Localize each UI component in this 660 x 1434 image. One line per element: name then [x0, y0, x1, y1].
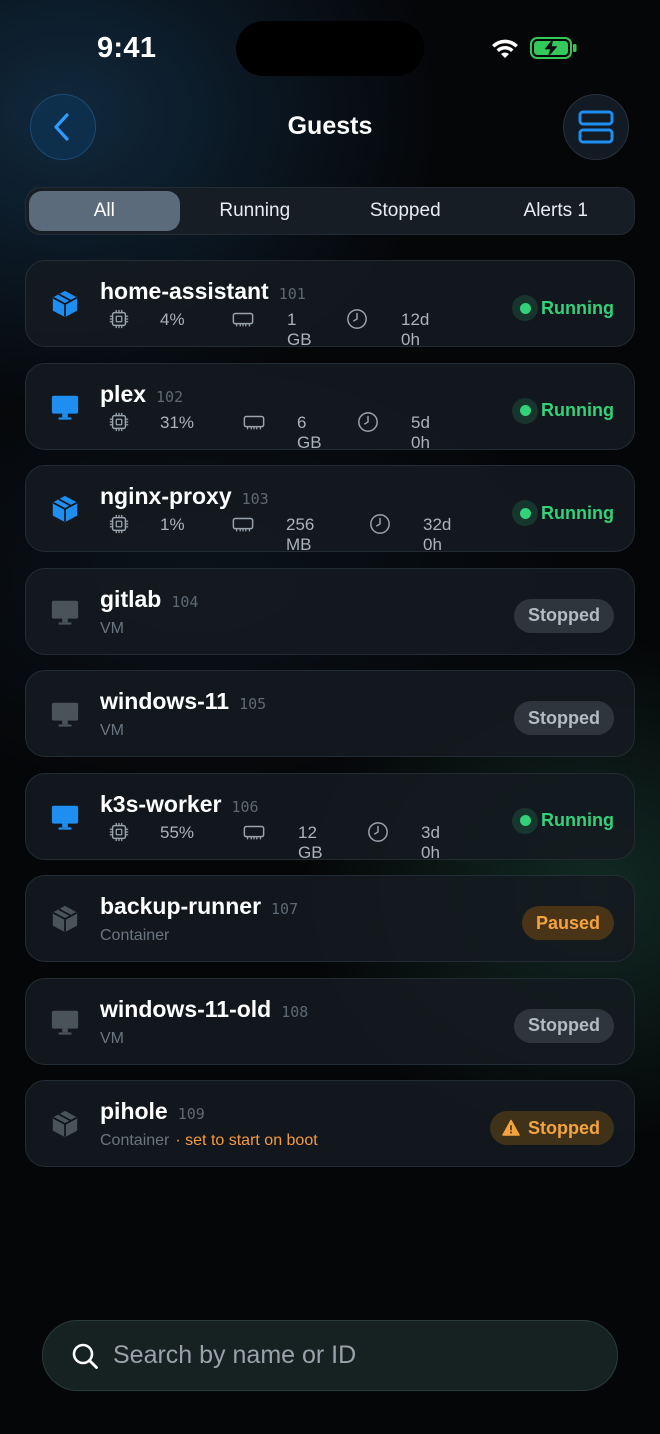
clock-icon — [357, 411, 379, 433]
status-badge: Running — [512, 291, 614, 325]
guest-name: backup-runner — [100, 893, 262, 919]
uptime: 3d 0h — [421, 822, 440, 862]
guest-type: Container — [100, 927, 170, 944]
guest-card[interactable]: windows-11-old 108 VM Stopped — [25, 977, 635, 1065]
guest-id: 106 — [231, 797, 259, 816]
tab-running[interactable]: Running — [180, 191, 331, 231]
guest-list: home-assistant 101 4% 1 GB 12d 0h Runnin… — [25, 260, 635, 1183]
cpu-icon — [108, 821, 130, 843]
guest-card[interactable]: home-assistant 101 4% 1 GB 12d 0h Runnin… — [25, 260, 635, 349]
guest-id: 105 — [239, 695, 267, 713]
uptime: 12d 0h — [401, 310, 430, 349]
status-badge: Running — [512, 804, 614, 838]
status-badge: Stopped — [514, 1008, 614, 1043]
guest-name: home-assistant — [100, 278, 269, 304]
memory-icon — [243, 411, 265, 433]
guest-name: plex — [100, 380, 147, 407]
memory-usage: 1 GB — [287, 310, 312, 349]
clock-icon — [367, 821, 389, 843]
guest-id: 107 — [271, 900, 299, 918]
vm-monitor-icon — [49, 1007, 81, 1037]
guest-id: 102 — [156, 387, 184, 406]
guest-id: 101 — [278, 285, 306, 303]
guest-type: VM — [100, 1029, 124, 1047]
status-badge: Running — [512, 496, 614, 530]
memory-icon — [232, 308, 254, 330]
dynamic-island — [236, 21, 424, 76]
clock-icon — [369, 513, 391, 535]
guest-card[interactable]: nginx-proxy 103 1% 256 MB 32d 0h Running — [25, 465, 635, 554]
search-icon — [72, 1343, 98, 1369]
cpu-icon — [108, 308, 130, 330]
uptime: 32d 0h — [423, 515, 452, 554]
status-badge: Stopped — [490, 1111, 614, 1145]
uptime: 5d 0h — [411, 412, 430, 452]
memory-usage: 12 GB — [298, 822, 323, 862]
cpu-icon — [108, 411, 130, 433]
cpu-usage: 1% — [160, 515, 185, 534]
running-dot-icon — [519, 302, 531, 314]
guest-id: 108 — [281, 1002, 309, 1021]
container-icon — [49, 289, 81, 319]
tab-all[interactable]: All — [29, 191, 180, 231]
memory-icon — [243, 821, 265, 843]
search-input[interactable] — [113, 1341, 573, 1370]
memory-icon — [232, 513, 254, 535]
guest-id: 103 — [241, 490, 269, 508]
container-icon — [49, 1109, 81, 1139]
cpu-usage: 31% — [160, 412, 195, 432]
guest-card[interactable]: gitlab 104 VM Stopped — [25, 567, 635, 655]
memory-usage: 256 MB — [286, 515, 315, 554]
status-badge: Running — [512, 394, 614, 428]
status-time: 9:41 — [97, 32, 157, 64]
guest-type: VM — [100, 722, 124, 739]
page-title: Guests — [287, 112, 373, 140]
memory-usage: 6 GB — [297, 412, 322, 452]
guest-card[interactable]: pihole 109 Container · set to start on b… — [25, 1080, 635, 1167]
guest-type: VM — [100, 619, 124, 637]
status-badge: Stopped — [514, 701, 614, 735]
cpu-icon — [108, 513, 130, 535]
search-bar[interactable] — [42, 1320, 618, 1391]
running-dot-icon — [519, 507, 531, 519]
running-dot-icon — [519, 405, 531, 416]
guest-card[interactable]: windows-11 105 VM Stopped — [25, 670, 635, 757]
vm-monitor-icon — [49, 392, 81, 422]
guest-name: pihole — [100, 1098, 168, 1124]
guest-name: windows-11 — [100, 688, 230, 714]
container-icon — [49, 494, 81, 524]
cpu-usage: 4% — [160, 310, 185, 329]
vm-monitor-icon — [49, 802, 81, 832]
warning-icon — [502, 1119, 520, 1136]
cpu-usage: 55% — [160, 822, 195, 842]
guest-name: nginx-proxy — [100, 483, 232, 509]
guest-card[interactable]: backup-runner 107 Container Paused — [25, 875, 635, 962]
vm-monitor-icon — [49, 597, 81, 627]
status-badge: Paused — [521, 906, 614, 940]
battery-charging-icon — [530, 37, 577, 59]
tab-stopped[interactable]: Stopped — [330, 191, 481, 231]
vm-monitor-icon — [49, 699, 81, 729]
guest-name: windows-11-old — [100, 995, 272, 1022]
guest-card[interactable]: plex 102 31% 6 GB 5d 0h Running — [25, 362, 635, 452]
clock-icon — [346, 308, 368, 330]
container-icon — [49, 904, 81, 934]
layout-toggle-button[interactable] — [563, 94, 629, 160]
filter-tabs: All Running Stopped Alerts 1 — [25, 187, 635, 235]
guest-card[interactable]: k3s-worker 106 55% 12 GB 3d 0h Running — [25, 772, 635, 862]
boot-warning-note: · set to start on boot — [175, 1132, 318, 1149]
wifi-icon — [492, 39, 518, 58]
guest-name: gitlab — [100, 585, 162, 612]
tab-alerts[interactable]: Alerts 1 — [481, 191, 632, 231]
guest-type: Container — [100, 1132, 170, 1149]
guest-id: 104 — [171, 592, 199, 611]
running-dot-icon — [519, 815, 531, 826]
status-badge: Stopped — [514, 598, 614, 633]
guest-name: k3s-worker — [100, 790, 222, 817]
guest-id: 109 — [177, 1105, 205, 1123]
list-layout-icon — [578, 110, 614, 144]
